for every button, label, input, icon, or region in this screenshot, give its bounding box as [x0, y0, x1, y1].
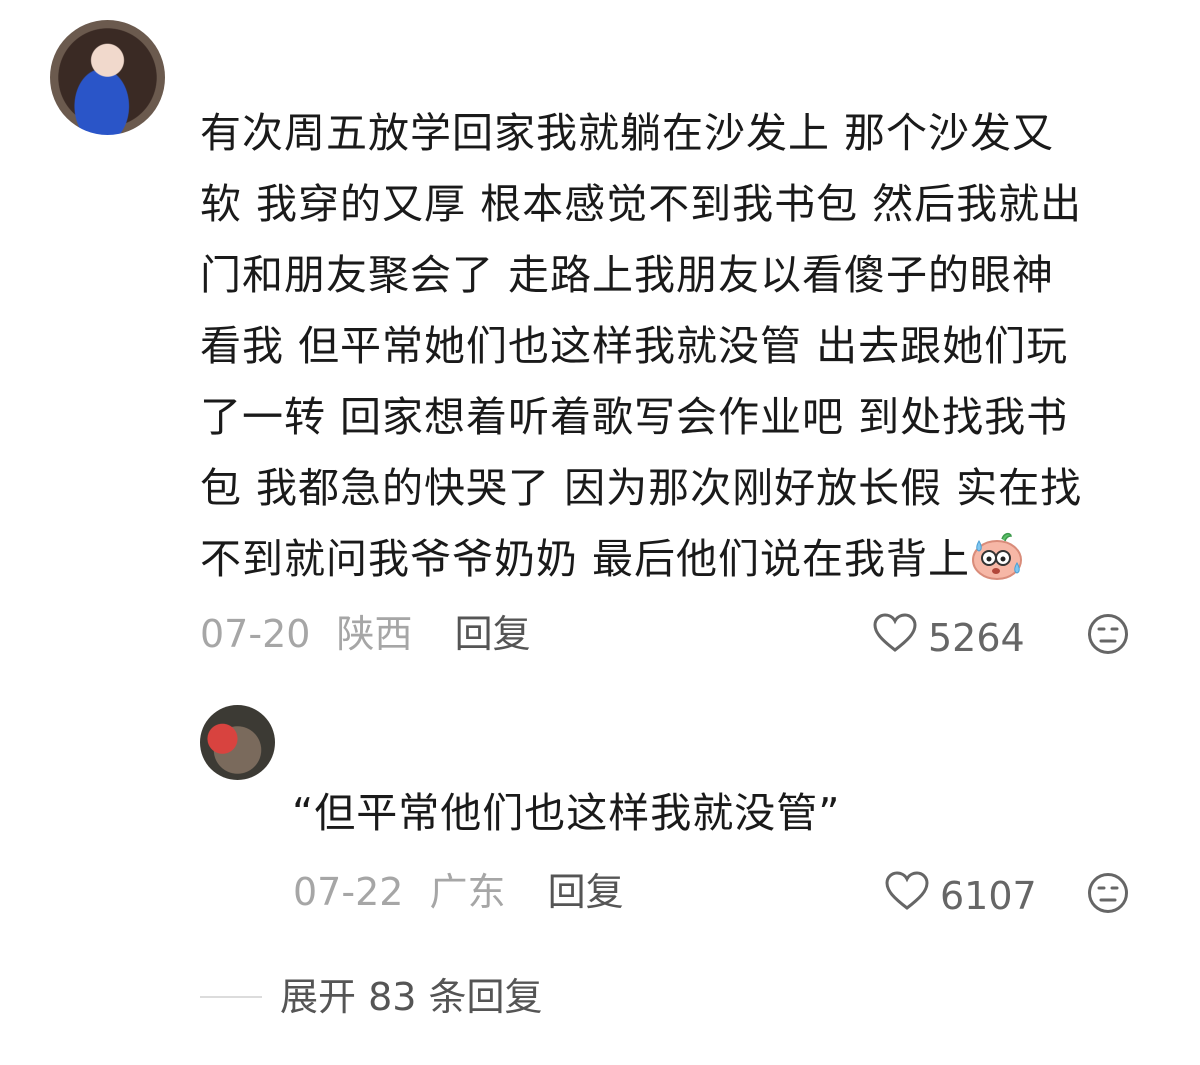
comment-line: 软 我穿的又厚 根本感觉不到我书包 然后我就出	[200, 180, 1083, 228]
comment-text: 有次周五放学回家我就躺在沙发上 那个沙发又 软 我穿的又厚 根本感觉不到我书包 …	[200, 98, 1145, 595]
reply-date: 07-22	[293, 870, 404, 914]
comment-date: 07-20	[200, 612, 311, 656]
expand-replies-label[interactable]: 展开 83 条回复	[280, 975, 543, 1019]
comment-like-count: 5264	[928, 615, 1025, 660]
reply-location: 广东	[429, 870, 506, 914]
comment-line: 了一转 回家想着听着歌写会作业吧 到处找我书	[200, 393, 1069, 441]
replier-avatar[interactable]	[200, 705, 275, 780]
heart-outline-icon	[872, 612, 918, 663]
reply-meta: 07-22 广东 回复	[293, 870, 624, 914]
comment-like-button[interactable]: 5264	[872, 612, 1025, 663]
heart-outline-icon	[884, 870, 930, 921]
comment-line-text: 不到就问我爷爷奶奶 最后他们说在我背上	[200, 535, 971, 583]
unhappy-face-icon[interactable]	[1087, 613, 1129, 655]
comment-line-last: 不到就问我爷爷奶奶 最后他们说在我背上	[200, 524, 1145, 595]
comment-reply-button[interactable]: 回复	[455, 612, 531, 656]
reply-like-button[interactable]: 6107	[884, 870, 1037, 921]
divider	[200, 996, 262, 998]
comment-line: 有次周五放学回家我就躺在沙发上 那个沙发又	[200, 109, 1055, 157]
comment-line: 看我 但平常她们也这样我就没管 出去跟她们玩	[200, 322, 1069, 370]
sweating-face-emoji-icon	[970, 527, 1024, 580]
comment-line: 门和朋友聚会了 走路上我朋友以看傻子的眼神	[200, 251, 1055, 299]
comment-location: 陕西	[336, 612, 413, 656]
reply-reply-button[interactable]: 回复	[548, 870, 624, 914]
reply-like-count: 6107	[940, 873, 1037, 918]
reply-text: “但平常他们也这样我就没管”	[292, 789, 841, 837]
unhappy-face-icon[interactable]	[1087, 872, 1129, 914]
comment-line: 包 我都急的快哭了 因为那次刚好放长假 实在找	[200, 464, 1083, 512]
expand-replies[interactable]: 展开 83 条回复	[200, 975, 543, 1019]
comment-meta: 07-20 陕西 回复	[200, 612, 531, 656]
commenter-avatar[interactable]	[50, 20, 165, 135]
